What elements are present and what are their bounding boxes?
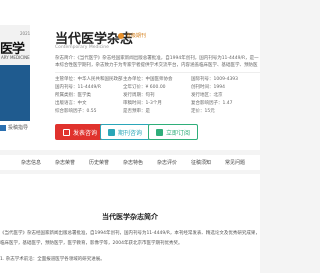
subscribe-label: 立即订阅 bbox=[165, 129, 190, 137]
journal-consult-button[interactable]: 期刊咨询 bbox=[100, 124, 150, 140]
info-cell: 创刊时间：1994 bbox=[191, 85, 225, 90]
level-badge-icon bbox=[118, 32, 124, 39]
journal-english-name: Contemporary Medicine bbox=[55, 45, 109, 50]
journal-level-badge: 省级期刊 bbox=[118, 32, 146, 39]
subscribe-button[interactable]: 立即订阅 bbox=[148, 124, 198, 140]
info-cell: 发行地区：北京 bbox=[191, 93, 223, 98]
intro-paragraph: 临床医学，基础医学，预防医学，医学教育，影像学等，2004年获北京市医学期刊优秀… bbox=[0, 241, 183, 246]
cover-year: 2021 bbox=[20, 31, 30, 36]
info-row: 主管单位：中华人民共和国民政部 主办单位：中国医师协会 国际刊号：1009-43… bbox=[55, 76, 260, 84]
submission-consult-button[interactable]: 发表咨询 bbox=[55, 124, 105, 140]
info-cell: 审稿时间：1-3个月 bbox=[123, 101, 162, 106]
tab-submission-guide[interactable]: 征稿须知 bbox=[184, 159, 218, 166]
journal-info-grid: 主管单位：中华人民共和国民政部 主办单位：中国医师协会 国际刊号：1009-43… bbox=[55, 76, 260, 116]
info-cell: 国内刊号：11-4449/R bbox=[55, 85, 101, 90]
info-cell: 发行周期：旬刊 bbox=[123, 93, 155, 98]
info-cell: 所属类别：医学类 bbox=[55, 93, 91, 98]
cart-icon bbox=[155, 128, 163, 136]
journal-description: 杂志简介：《当代医学》杂志经国家新闻出版总署批准，自1994年创刊，国内刊号为1… bbox=[55, 56, 259, 68]
info-row: 综合影响因子：0.55 是否预审：是 定价：15元 bbox=[55, 108, 260, 116]
intro-paragraph: 1. 杂志学术前沿：全面报道医学各领域的研究进展。 bbox=[0, 257, 105, 262]
intro-paragraph: 《当代医学》杂志经国家新闻出版总署批准，自1994年创刊，国内刊号为11-444… bbox=[0, 231, 260, 236]
info-cell: 出版语言：中文 bbox=[55, 101, 87, 106]
info-divider bbox=[55, 72, 260, 73]
tab-journal-honors[interactable]: 杂志荣誉 bbox=[48, 159, 82, 166]
info-cell: 定价：15元 bbox=[191, 109, 215, 114]
info-row: 国内刊号：11-4449/R 全年订价：¥ 600.00 创刊时间：1994 bbox=[55, 84, 260, 92]
journal-header-card: 医学 2021 ARY MEDICINE 投稿指导 当代医学杂志 省级期刊 Co… bbox=[0, 0, 260, 150]
cover-subtitle: ARY MEDICINE bbox=[1, 55, 30, 60]
journal-consult-label: 期刊咨询 bbox=[117, 129, 142, 137]
guide-icon bbox=[0, 124, 6, 131]
info-cell: 是否预审：是 bbox=[123, 109, 150, 114]
tab-journal-review[interactable]: 杂志评价 bbox=[150, 159, 184, 166]
info-row: 出版语言：中文 审稿时间：1-3个月 复合影响因子：1.47 bbox=[55, 100, 260, 108]
info-cell: 全年订价：¥ 600.00 bbox=[123, 85, 166, 90]
chat-icon bbox=[107, 128, 115, 136]
info-cell: 复合影响因子：1.47 bbox=[191, 101, 233, 106]
tab-journal-info[interactable]: 杂志信息 bbox=[14, 159, 48, 166]
cover-note-label: 投稿指导 bbox=[8, 125, 29, 131]
info-cell: 综合影响因子：0.55 bbox=[55, 109, 97, 114]
info-cell: 主管单位：中华人民共和国民政部 bbox=[55, 77, 123, 82]
journal-tab-nav: 杂志信息 杂志荣誉 历史荣誉 杂志特色 杂志评价 征稿须知 常见问题 bbox=[0, 155, 260, 170]
tab-journal-features[interactable]: 杂志特色 bbox=[116, 159, 150, 166]
info-cell: 主办单位：中国医师协会 bbox=[123, 77, 173, 82]
document-icon bbox=[62, 128, 70, 136]
section-title: 当代医学杂志简介 bbox=[102, 213, 158, 221]
journal-cover-image: 医学 2021 ARY MEDICINE bbox=[0, 25, 30, 121]
tab-faq[interactable]: 常见问题 bbox=[218, 159, 252, 166]
journal-level-label: 省级期刊 bbox=[126, 33, 147, 39]
cover-note[interactable]: 投稿指导 bbox=[0, 124, 28, 131]
submission-consult-label: 发表咨询 bbox=[72, 129, 97, 137]
info-cell: 国际刊号：1009-4393 bbox=[191, 77, 239, 82]
tab-history-honors[interactable]: 历史荣誉 bbox=[82, 159, 116, 166]
info-row: 所属类别：医学类 发行周期：旬刊 发行地区：北京 bbox=[55, 92, 260, 100]
